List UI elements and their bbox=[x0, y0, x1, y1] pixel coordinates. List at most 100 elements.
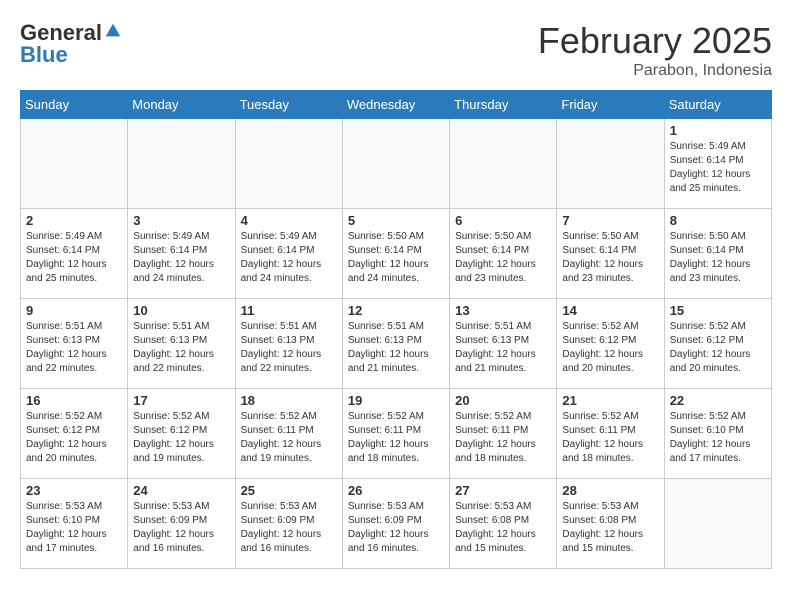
day-number: 16 bbox=[26, 393, 122, 408]
day-info: Sunrise: 5:52 AM Sunset: 6:11 PM Dayligh… bbox=[562, 410, 658, 466]
day-number: 20 bbox=[455, 393, 551, 408]
day-info: Sunrise: 5:51 AM Sunset: 6:13 PM Dayligh… bbox=[455, 320, 551, 376]
day-number: 22 bbox=[670, 393, 766, 408]
day-info: Sunrise: 5:52 AM Sunset: 6:11 PM Dayligh… bbox=[241, 410, 337, 466]
day-number: 24 bbox=[133, 483, 229, 498]
weekday-header: Tuesday bbox=[235, 91, 342, 119]
calendar-cell: 25 Sunrise: 5:53 AM Sunset: 6:09 PM Dayli… bbox=[235, 479, 342, 569]
day-info: Sunrise: 5:50 AM Sunset: 6:14 PM Dayligh… bbox=[348, 230, 444, 286]
logo: General Blue bbox=[20, 20, 122, 68]
calendar-table: SundayMondayTuesdayWednesdayThursdayFrid… bbox=[20, 90, 772, 569]
day-info: Sunrise: 5:52 AM Sunset: 6:12 PM Dayligh… bbox=[562, 320, 658, 376]
calendar-cell: 14 Sunrise: 5:52 AM Sunset: 6:12 PM Dayli… bbox=[557, 299, 664, 389]
calendar-cell: 3 Sunrise: 5:49 AM Sunset: 6:14 PM Daylig… bbox=[128, 209, 235, 299]
day-info: Sunrise: 5:53 AM Sunset: 6:09 PM Dayligh… bbox=[133, 500, 229, 556]
day-info: Sunrise: 5:49 AM Sunset: 6:14 PM Dayligh… bbox=[241, 230, 337, 286]
calendar-cell: 10 Sunrise: 5:51 AM Sunset: 6:13 PM Dayli… bbox=[128, 299, 235, 389]
weekday-header: Saturday bbox=[664, 91, 771, 119]
calendar-cell bbox=[342, 119, 449, 209]
day-info: Sunrise: 5:50 AM Sunset: 6:14 PM Dayligh… bbox=[670, 230, 766, 286]
day-info: Sunrise: 5:51 AM Sunset: 6:13 PM Dayligh… bbox=[241, 320, 337, 376]
calendar-cell: 26Sunrise: 5:53 AM Sunset: 6:09 PM Dayli… bbox=[342, 479, 449, 569]
calendar-cell: 18Sunrise: 5:52 AM Sunset: 6:11 PM Dayli… bbox=[235, 389, 342, 479]
day-info: Sunrise: 5:50 AM Sunset: 6:14 PM Dayligh… bbox=[455, 230, 551, 286]
day-info: Sunrise: 5:53 AM Sunset: 6:08 PM Dayligh… bbox=[455, 500, 551, 556]
day-number: 17 bbox=[133, 393, 229, 408]
day-number: 19 bbox=[348, 393, 444, 408]
day-info: Sunrise: 5:49 AM Sunset: 6:14 PM Dayligh… bbox=[670, 140, 766, 196]
day-info: Sunrise: 5:49 AM Sunset: 6:14 PM Dayligh… bbox=[26, 230, 122, 286]
day-number: 12 bbox=[348, 303, 444, 318]
logo-icon bbox=[104, 22, 122, 40]
day-number: 4 bbox=[241, 213, 337, 228]
day-info: Sunrise: 5:53 AM Sunset: 6:09 PM Dayligh… bbox=[241, 500, 337, 556]
day-number: 3 bbox=[133, 213, 229, 228]
day-info: Sunrise: 5:51 AM Sunset: 6:13 PM Dayligh… bbox=[348, 320, 444, 376]
day-number: 28 bbox=[562, 483, 658, 498]
calendar-cell: 5 Sunrise: 5:50 AM Sunset: 6:14 PM Daylig… bbox=[342, 209, 449, 299]
calendar-cell bbox=[664, 479, 771, 569]
weekday-header-row: SundayMondayTuesdayWednesdayThursdayFrid… bbox=[21, 91, 772, 119]
logo-blue-text: Blue bbox=[20, 42, 68, 68]
calendar-cell: 22Sunrise: 5:52 AM Sunset: 6:10 PM Dayli… bbox=[664, 389, 771, 479]
day-number: 23 bbox=[26, 483, 122, 498]
calendar-week-row: 9 Sunrise: 5:51 AM Sunset: 6:13 PM Daylig… bbox=[21, 299, 772, 389]
day-number: 6 bbox=[455, 213, 551, 228]
weekday-header: Sunday bbox=[21, 91, 128, 119]
calendar-cell: 20 Sunrise: 5:52 AM Sunset: 6:11 PM Dayli… bbox=[450, 389, 557, 479]
calendar-cell: 17 Sunrise: 5:52 AM Sunset: 6:12 PM Dayli… bbox=[128, 389, 235, 479]
weekday-header: Wednesday bbox=[342, 91, 449, 119]
calendar-week-row: 2 Sunrise: 5:49 AM Sunset: 6:14 PM Daylig… bbox=[21, 209, 772, 299]
day-number: 15 bbox=[670, 303, 766, 318]
calendar-cell: 27 Sunrise: 5:53 AM Sunset: 6:08 PM Dayli… bbox=[450, 479, 557, 569]
calendar-cell: 12 Sunrise: 5:51 AM Sunset: 6:13 PM Dayli… bbox=[342, 299, 449, 389]
calendar-cell bbox=[450, 119, 557, 209]
day-number: 7 bbox=[562, 213, 658, 228]
day-info: Sunrise: 5:52 AM Sunset: 6:12 PM Dayligh… bbox=[670, 320, 766, 376]
weekday-header: Thursday bbox=[450, 91, 557, 119]
day-info: Sunrise: 5:50 AM Sunset: 6:14 PM Dayligh… bbox=[562, 230, 658, 286]
day-info: Sunrise: 5:53 AM Sunset: 6:10 PM Dayligh… bbox=[26, 500, 122, 556]
day-info: Sunrise: 5:52 AM Sunset: 6:12 PM Dayligh… bbox=[133, 410, 229, 466]
calendar-cell: 23 Sunrise: 5:53 AM Sunset: 6:10 PM Dayli… bbox=[21, 479, 128, 569]
day-number: 25 bbox=[241, 483, 337, 498]
title-block: February 2025 Parabon, Indonesia bbox=[538, 20, 772, 80]
weekday-header: Friday bbox=[557, 91, 664, 119]
calendar-cell: 15 Sunrise: 5:52 AM Sunset: 6:12 PM Dayli… bbox=[664, 299, 771, 389]
calendar-cell: 24 Sunrise: 5:53 AM Sunset: 6:09 PM Dayli… bbox=[128, 479, 235, 569]
calendar-cell bbox=[557, 119, 664, 209]
calendar-cell bbox=[128, 119, 235, 209]
day-number: 26 bbox=[348, 483, 444, 498]
calendar-subtitle: Parabon, Indonesia bbox=[538, 62, 772, 80]
calendar-cell: 6 Sunrise: 5:50 AM Sunset: 6:14 PM Daylig… bbox=[450, 209, 557, 299]
day-number: 5 bbox=[348, 213, 444, 228]
calendar-cell: 9 Sunrise: 5:51 AM Sunset: 6:13 PM Daylig… bbox=[21, 299, 128, 389]
calendar-cell bbox=[235, 119, 342, 209]
day-number: 11 bbox=[241, 303, 337, 318]
calendar-cell: 16Sunrise: 5:52 AM Sunset: 6:12 PM Dayli… bbox=[21, 389, 128, 479]
day-info: Sunrise: 5:51 AM Sunset: 6:13 PM Dayligh… bbox=[133, 320, 229, 376]
day-info: Sunrise: 5:52 AM Sunset: 6:11 PM Dayligh… bbox=[348, 410, 444, 466]
day-number: 9 bbox=[26, 303, 122, 318]
calendar-week-row: 1 Sunrise: 5:49 AM Sunset: 6:14 PM Daylig… bbox=[21, 119, 772, 209]
calendar-cell: 13 Sunrise: 5:51 AM Sunset: 6:13 PM Dayli… bbox=[450, 299, 557, 389]
calendar-cell: 19 Sunrise: 5:52 AM Sunset: 6:11 PM Dayli… bbox=[342, 389, 449, 479]
day-info: Sunrise: 5:52 AM Sunset: 6:11 PM Dayligh… bbox=[455, 410, 551, 466]
day-number: 1 bbox=[670, 123, 766, 138]
calendar-cell: 7 Sunrise: 5:50 AM Sunset: 6:14 PM Daylig… bbox=[557, 209, 664, 299]
day-number: 27 bbox=[455, 483, 551, 498]
day-info: Sunrise: 5:51 AM Sunset: 6:13 PM Dayligh… bbox=[26, 320, 122, 376]
calendar-title: February 2025 bbox=[538, 20, 772, 62]
day-info: Sunrise: 5:49 AM Sunset: 6:14 PM Dayligh… bbox=[133, 230, 229, 286]
calendar-cell: 2 Sunrise: 5:49 AM Sunset: 6:14 PM Daylig… bbox=[21, 209, 128, 299]
calendar-week-row: 16 Sunrise: 5:52 AM Sunset: 6:12 PM Dayli… bbox=[21, 389, 772, 479]
day-number: 21 bbox=[562, 393, 658, 408]
calendar-week-row: 23 Sunrise: 5:53 AM Sunset: 6:10 PM Dayli… bbox=[21, 479, 772, 569]
calendar-cell bbox=[21, 119, 128, 209]
day-number: 14 bbox=[562, 303, 658, 318]
weekday-header: Monday bbox=[128, 91, 235, 119]
day-number: 10 bbox=[133, 303, 229, 318]
day-info: Sunrise: 5:53 AM Sunset: 6:08 PM Dayligh… bbox=[562, 500, 658, 556]
day-number: 2 bbox=[26, 213, 122, 228]
day-number: 13 bbox=[455, 303, 551, 318]
